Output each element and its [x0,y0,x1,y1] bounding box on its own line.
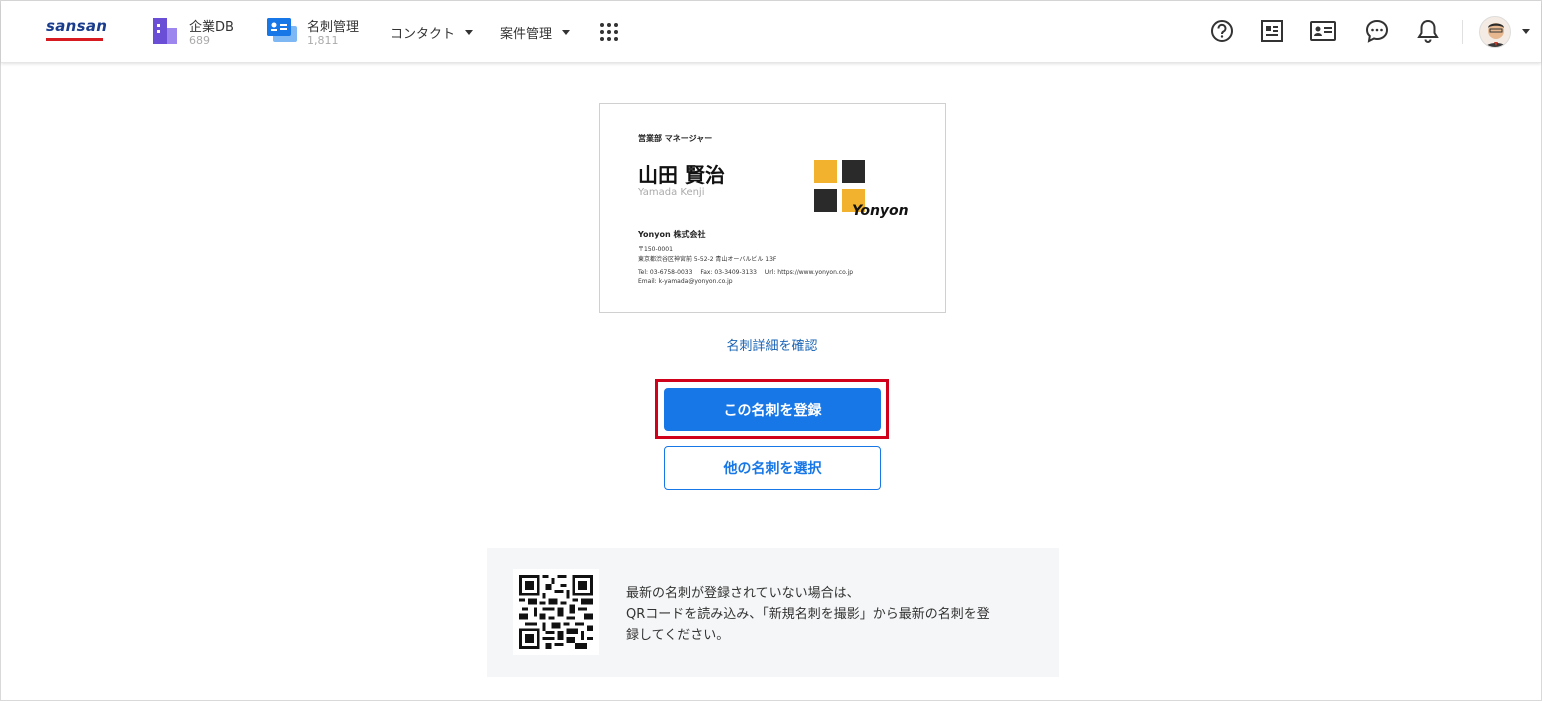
select-other-card-button[interactable]: 他の名刺を選択 [664,446,881,490]
nav-app-card-management[interactable]: 名刺管理 1,811 [267,15,377,49]
qr-instruction-line: QRコードを読み込み、「新規名刺を撮影」から最新の名刺を登 [626,607,990,622]
card-company-name: Yonyon 株式会社 [638,230,706,239]
card-address: 東京都渋谷区神宮前 5-52-2 青山オーバルビル 13F [638,256,777,263]
qr-instruction-line: 録してください。 [626,628,730,643]
top-header: sansan 企業DB 689 名刺管理 1,811 コンタクト 案件管理 [1,1,1541,63]
nav-app-count: 1,811 [307,34,339,47]
building-icon [153,18,177,44]
company-brand-text: Yonyon [852,203,909,219]
qr-instruction-line: 最新の名刺が登録されていない場合は、 [626,586,860,601]
chat-icon[interactable] [1364,18,1390,44]
register-card-button[interactable]: この名刺を登録 [664,388,881,431]
qr-info-panel: 最新の名刺が登録されていない場合は、 QRコードを読み込み、「新規名刺を撮影」か… [487,548,1059,677]
qr-instructions: 最新の名刺が登録されていない場合は、 QRコードを読み込み、「新規名刺を撮影」か… [626,583,1036,646]
card-zip: 〒150-0001 [638,246,673,253]
chevron-down-icon[interactable] [1522,29,1530,34]
nav-menu-case-management[interactable]: 案件管理 [500,23,571,42]
contact-card-icon[interactable] [1310,18,1336,44]
bell-icon[interactable] [1415,18,1441,44]
logo-underline [46,38,103,41]
avatar-image [1480,17,1510,47]
card-job-title: 営業部 マネージャー [638,134,713,143]
business-card-preview: 営業部 マネージャー 山田 賢治 Yamada Kenji Yonyon 株式会… [599,103,946,313]
sansan-logo[interactable]: sansan [46,17,108,43]
card-person-name-roman: Yamada Kenji [638,187,705,198]
chevron-down-icon [465,30,474,35]
nav-menu-contact[interactable]: コンタクト [390,23,474,42]
nav-menu-label: 案件管理 [500,27,553,42]
help-icon[interactable] [1209,18,1235,44]
header-divider [1462,20,1463,44]
nav-app-label: 企業DB [189,20,234,35]
card-detail-link[interactable]: 名刺詳細を確認 [1,335,1542,354]
business-card-icon [267,18,297,42]
card-email: Email: k-yamada@yonyon.co.jp [638,278,733,285]
logo-text: sansan [46,17,108,35]
user-avatar[interactable] [1479,16,1511,48]
nav-app-company-db[interactable]: 企業DB 689 [152,15,252,49]
apps-grid-icon[interactable] [599,22,619,42]
chevron-down-icon [562,30,571,35]
card-person-name: 山田 賢治 [638,163,725,187]
nav-menu-label: コンタクト [390,27,456,42]
nav-app-count: 689 [189,34,210,47]
company-logo: Yonyon [814,160,914,220]
qr-code-icon [513,569,599,655]
news-icon[interactable] [1259,18,1285,44]
nav-app-label: 名刺管理 [307,20,360,35]
card-contact-line: Tel: 03-6758-0033 Fax: 03-3409-3133 Url:… [638,269,854,276]
